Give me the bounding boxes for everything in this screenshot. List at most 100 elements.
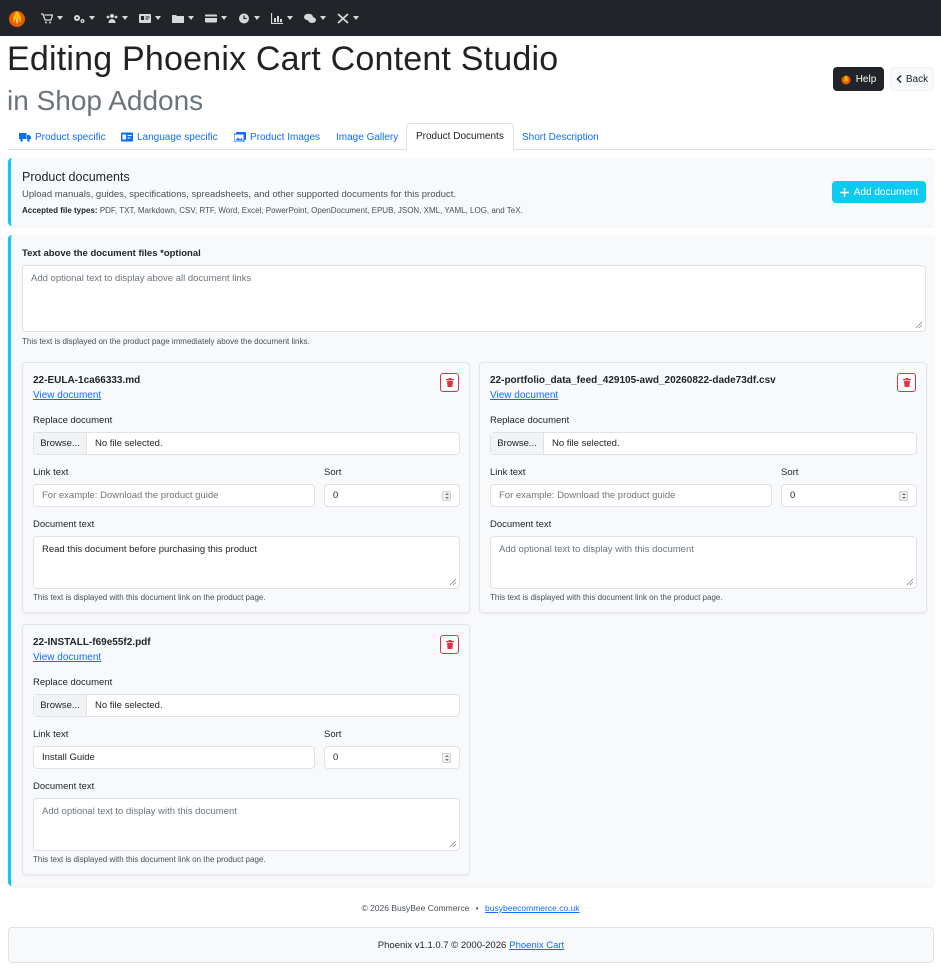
info-title: Product documents <box>22 170 130 184</box>
chevron-left-icon <box>896 75 902 83</box>
help-button[interactable]: Help <box>833 67 884 91</box>
sort-label: Sort <box>324 729 342 740</box>
file-input[interactable]: Browse... No file selected. <box>490 432 917 455</box>
trash-icon <box>902 378 911 387</box>
help-button-label: Help <box>855 73 877 85</box>
trash-icon <box>445 640 454 649</box>
delete-document-button[interactable] <box>440 635 459 654</box>
chevron-down-icon <box>122 16 128 20</box>
above-text-help: This text is displayed on the product pa… <box>22 337 310 346</box>
sort-input[interactable]: 0 <box>781 484 917 507</box>
chart-icon <box>271 12 283 24</box>
footer-separator: • <box>475 903 479 913</box>
replace-document-label: Replace document <box>33 677 113 688</box>
view-document-link[interactable]: View document <box>33 390 101 401</box>
resize-grip-icon[interactable] <box>906 578 914 586</box>
above-text-label: Text above the document files *optional <box>22 248 201 259</box>
sort-value: 0 <box>333 752 339 763</box>
nav-communication-menu[interactable] <box>304 11 326 25</box>
footer-phoenix-link[interactable]: Phoenix Cart <box>509 940 564 951</box>
delete-document-button[interactable] <box>440 373 459 392</box>
nav-catalog-menu[interactable] <box>172 11 194 25</box>
sort-input[interactable]: 0 <box>324 746 460 769</box>
resize-grip-icon[interactable] <box>449 840 457 848</box>
gears-icon <box>74 14 85 23</box>
sort-label: Sort <box>324 467 342 478</box>
info-subtitle: Upload manuals, guides, specifications, … <box>22 189 457 200</box>
nav-tools-clock-menu[interactable] <box>238 11 260 25</box>
cart-icon <box>41 12 53 23</box>
document-card: 22-INSTALL-f69e55f2.pdf View document Re… <box>22 624 470 875</box>
truck-icon <box>19 133 31 142</box>
browse-button[interactable]: Browse... <box>34 433 87 454</box>
browse-button[interactable]: Browse... <box>491 433 544 454</box>
document-text-textarea[interactable]: Add optional text to display with this d… <box>33 798 460 851</box>
tab-product-specific[interactable]: Product specific <box>19 124 106 150</box>
document-text-textarea[interactable]: Read this document before purchasing thi… <box>33 536 460 589</box>
chevron-down-icon <box>254 16 260 20</box>
footer-version-bar: Phoenix v1.1.0.7 © 2000-2026 Phoenix Car… <box>8 927 934 963</box>
link-text-input[interactable]: For example: Download the product guide <box>33 484 315 507</box>
tab-product-documents[interactable]: Product Documents <box>406 123 514 150</box>
editor-tabs: Product specific Language specific Produ… <box>8 123 934 150</box>
nav-config-menu[interactable] <box>73 11 95 25</box>
above-text-textarea[interactable]: Add optional text to display above all d… <box>22 265 926 332</box>
spinner-arrows-icon[interactable] <box>899 491 908 501</box>
spinner-arrows-icon[interactable] <box>442 753 451 763</box>
back-button-label: Back <box>905 73 929 85</box>
document-card: 22-EULA-1ca66333.md View document Replac… <box>22 362 470 613</box>
tab-label: Product Images <box>250 131 321 143</box>
resize-grip-icon[interactable] <box>915 321 923 329</box>
phoenix-flame-icon <box>841 75 851 84</box>
delete-document-button[interactable] <box>897 373 916 392</box>
tab-short-description[interactable]: Short Description <box>522 124 599 150</box>
tab-product-images[interactable]: Product Images <box>234 124 320 150</box>
sort-input[interactable]: 0 <box>324 484 460 507</box>
document-help: This text is displayed with this documen… <box>490 593 723 602</box>
document-help: This text is displayed with this documen… <box>33 593 266 602</box>
footer-site-link[interactable]: busybeecommerce.co.uk <box>485 903 580 913</box>
accepted-types-label: Accepted file types: <box>22 206 98 215</box>
resize-grip-icon[interactable] <box>449 578 457 586</box>
document-filename: 22-INSTALL-f69e55f2.pdf <box>33 637 151 648</box>
above-text-placeholder: Add optional text to display above all d… <box>31 273 252 284</box>
file-input[interactable]: Browse... No file selected. <box>33 432 460 455</box>
tab-language-specific[interactable]: Language specific <box>121 124 218 150</box>
document-help: This text is displayed with this documen… <box>33 855 266 864</box>
add-document-button[interactable]: Add document <box>832 181 926 203</box>
tools-icon <box>337 12 349 24</box>
back-button[interactable]: Back <box>890 67 934 91</box>
file-status: No file selected. <box>552 438 620 449</box>
phoenix-logo-icon[interactable] <box>7 8 27 28</box>
chevron-down-icon <box>320 16 326 20</box>
images-icon <box>234 132 246 142</box>
tab-label: Language specific <box>137 131 218 143</box>
file-input[interactable]: Browse... No file selected. <box>33 694 460 717</box>
tab-image-gallery[interactable]: Image Gallery <box>336 124 398 150</box>
users-icon <box>106 13 118 23</box>
replace-document-label: Replace document <box>33 415 113 426</box>
nav-tools-menu[interactable] <box>337 11 359 25</box>
browse-button[interactable]: Browse... <box>34 695 87 716</box>
credit-card-icon <box>205 14 217 22</box>
document-text-label: Document text <box>33 519 95 530</box>
spinner-arrows-icon[interactable] <box>442 491 451 501</box>
nav-cart-menu[interactable] <box>41 11 63 25</box>
view-document-link[interactable]: View document <box>490 390 558 401</box>
nav-customers-menu[interactable] <box>106 11 128 25</box>
nav-payment-menu[interactable] <box>205 11 227 25</box>
clock-icon <box>239 13 249 23</box>
chevron-down-icon <box>188 16 194 20</box>
document-card: 22-portfolio_data_feed_429105-awd_202608… <box>479 362 927 613</box>
tab-label: Short Description <box>522 131 599 143</box>
top-navbar <box>0 0 941 36</box>
nav-reports-menu[interactable] <box>271 11 293 25</box>
document-text-textarea[interactable]: Add optional text to display with this d… <box>490 536 917 589</box>
document-text-placeholder: Add optional text to display with this d… <box>499 544 694 555</box>
footer-copy-text: © 2026 BusyBee Commerce <box>361 903 470 913</box>
nav-localization-menu[interactable] <box>139 11 161 25</box>
link-text-input[interactable]: For example: Download the product guide <box>490 484 772 507</box>
link-text-input[interactable]: Install Guide <box>33 746 315 769</box>
link-text-label: Link text <box>33 467 69 478</box>
view-document-link[interactable]: View document <box>33 652 101 663</box>
